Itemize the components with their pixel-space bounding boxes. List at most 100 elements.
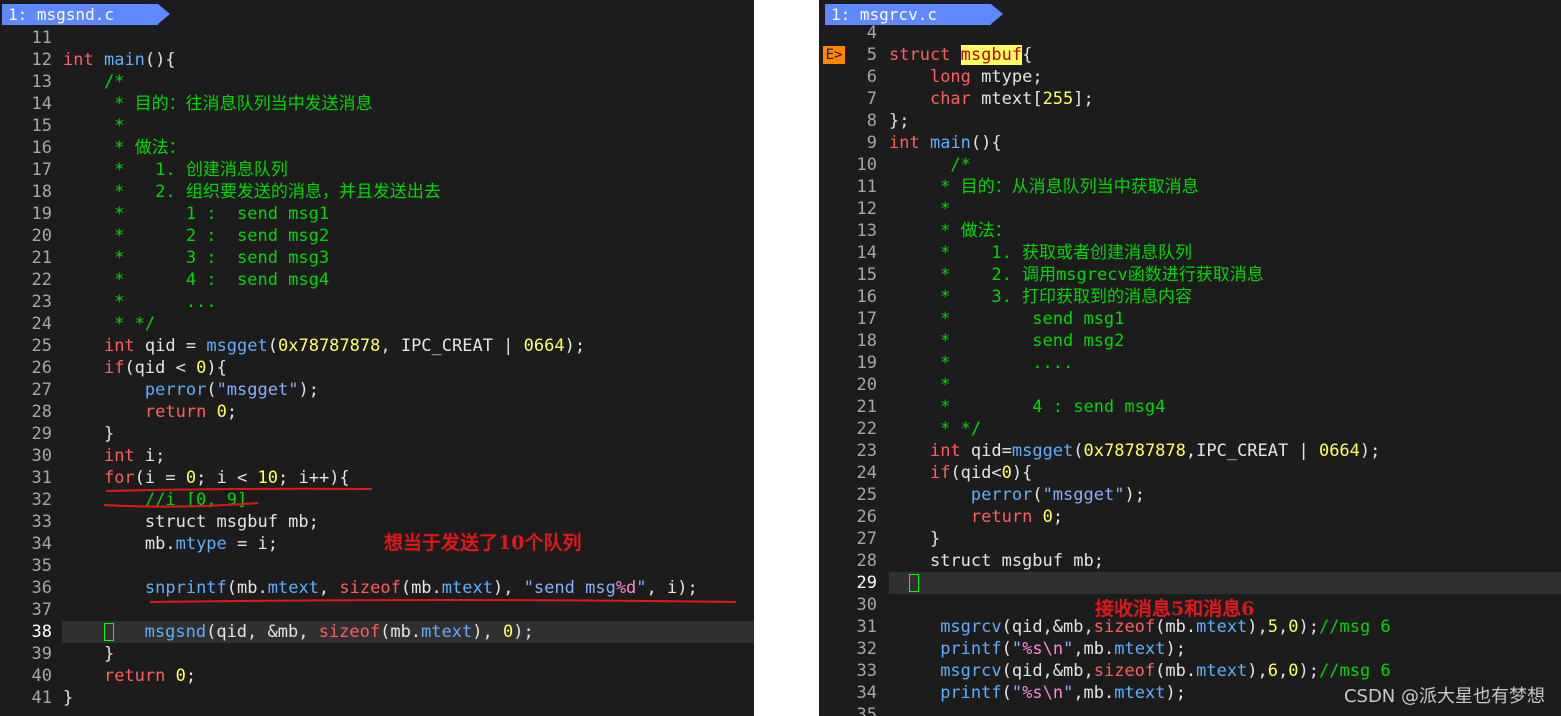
editor-pane-msgsnd[interactable]: 1: msgsnd.c 11 12 int main(){13 /* 14 * 目的：…	[0, 0, 754, 716]
code-line[interactable]: 33 msgrcv(qid,&mb,sizeof(mb.mtext),6,0);…	[819, 660, 1561, 682]
code-line[interactable]: 38 msgsnd(qid, &mb, sizeof(mb.mtext), 0)…	[0, 621, 754, 643]
line-code[interactable]: mb.mtype = i;	[63, 533, 278, 555]
line-code[interactable]: * 目的：从消息队列当中获取消息	[889, 176, 1198, 198]
line-code[interactable]: int main(){	[889, 132, 1002, 154]
line-code[interactable]: * 目的：往消息队列当中发送消息	[63, 93, 372, 115]
line-code[interactable]: * */	[889, 418, 981, 440]
code-line[interactable]: 9 int main(){	[819, 132, 1561, 154]
code-line[interactable]: 25 perror("msgget");	[819, 484, 1561, 506]
code-line[interactable]: 8};	[819, 110, 1561, 132]
code-line[interactable]: 33 struct msgbuf mb;	[0, 511, 754, 533]
code-line[interactable]: 27 }	[819, 528, 1561, 550]
code-line[interactable]: 12 int main(){	[0, 49, 754, 71]
line-code[interactable]: }	[63, 687, 73, 709]
line-code[interactable]: //i [0, 9]	[63, 489, 247, 511]
line-code[interactable]: struct msgbuf mb;	[63, 511, 319, 533]
code-line[interactable]: 28 return 0;	[0, 401, 754, 423]
code-line[interactable]: 23 * ...	[0, 291, 754, 313]
code-line[interactable]: 20 *	[819, 374, 1561, 396]
code-line[interactable]: 27 perror("msgget");	[0, 379, 754, 401]
line-code[interactable]: * 1. 获取或者创建消息队列	[889, 242, 1192, 264]
code-line[interactable]: 16 * 3. 打印获取到的消息内容	[819, 286, 1561, 308]
code-line[interactable]: 35	[0, 555, 754, 577]
code-line[interactable]: 29	[819, 572, 1561, 594]
line-code[interactable]: }	[63, 643, 114, 665]
line-code[interactable]: * send msg1	[889, 308, 1124, 330]
code-line[interactable]: 36 snprintf(mb.mtext, sizeof(mb.mtext), …	[0, 577, 754, 599]
code-line[interactable]: 21 * 4 : send msg4	[819, 396, 1561, 418]
code-line[interactable]: 16 * 做法：	[0, 137, 754, 159]
code-lines-msgsnd[interactable]: 11 12 int main(){13 /* 14 * 目的：往消息队列当中发送消息 1…	[0, 27, 754, 709]
code-line[interactable]: 18 * send msg2	[819, 330, 1561, 352]
code-line[interactable]: 15 * 2. 调用msgrecv函数进行获取消息	[819, 264, 1561, 286]
code-line[interactable]: 13 /*	[0, 71, 754, 93]
code-line[interactable]: 17 * send msg1	[819, 308, 1561, 330]
line-code[interactable]: printf("%s\n",mb.mtext);	[889, 638, 1186, 660]
line-code[interactable]: return 0;	[63, 665, 196, 687]
code-line[interactable]: 19 * 1 : send msg1	[0, 203, 754, 225]
code-line[interactable]: 13 * 做法：	[819, 220, 1561, 242]
line-code[interactable]: * ...	[63, 291, 216, 313]
line-code[interactable]: return 0;	[63, 401, 237, 423]
code-line[interactable]: 34 mb.mtype = i;	[0, 533, 754, 555]
line-code[interactable]: msgsnd(qid, &mb, sizeof(mb.mtext), 0);	[63, 621, 534, 643]
line-code[interactable]: int qid = msgget(0x78787878, IPC_CREAT |…	[63, 335, 585, 357]
code-line[interactable]: 23 int qid=msgget(0x78787878,IPC_CREAT |…	[819, 440, 1561, 462]
line-code[interactable]: * 2. 组织要发送的消息，并且发送出去	[63, 181, 441, 203]
line-code[interactable]: * 3. 打印获取到的消息内容	[889, 286, 1192, 308]
line-code[interactable]: perror("msgget");	[63, 379, 319, 401]
line-code[interactable]	[889, 572, 920, 594]
code-line[interactable]: 17 * 1. 创建消息队列	[0, 159, 754, 181]
line-code[interactable]: /*	[889, 154, 970, 176]
line-code[interactable]: char mtext[255];	[889, 88, 1094, 110]
code-line[interactable]: 39 }	[0, 643, 754, 665]
line-code[interactable]: * 做法：	[63, 137, 185, 159]
code-line[interactable]: 18 * 2. 组织要发送的消息，并且发送出去	[0, 181, 754, 203]
code-line[interactable]: 15 *	[0, 115, 754, 137]
line-code[interactable]: * 1. 创建消息队列	[63, 159, 288, 181]
line-code[interactable]: for(i = 0; i < 10; i++){	[63, 467, 350, 489]
code-line[interactable]: 12 *	[819, 198, 1561, 220]
code-line[interactable]: 22 * 4 : send msg4	[0, 269, 754, 291]
line-code[interactable]: int i;	[63, 445, 165, 467]
code-line[interactable]: 19 * ....	[819, 352, 1561, 374]
line-code[interactable]: * 4 : send msg4	[889, 396, 1165, 418]
code-line[interactable]: 20 * 2 : send msg2	[0, 225, 754, 247]
code-line[interactable]: 41}	[0, 687, 754, 709]
line-code[interactable]: return 0;	[889, 506, 1063, 528]
line-code[interactable]: * 做法：	[889, 220, 1011, 242]
line-code[interactable]: snprintf(mb.mtext, sizeof(mb.mtext), "se…	[63, 577, 698, 599]
code-line[interactable]: 5 struct msgbuf{E>	[819, 44, 1561, 66]
editor-pane-msgrcv[interactable]: 1: msgrcv.c 4 5 struct msgbuf{E> 6 long mty…	[819, 0, 1561, 716]
code-line[interactable]: 24 if(qid<0){	[819, 462, 1561, 484]
line-code[interactable]: * 2 : send msg2	[63, 225, 329, 247]
code-line[interactable]: 21 * 3 : send msg3	[0, 247, 754, 269]
tab-msgsnd[interactable]: 1: msgsnd.c	[2, 4, 170, 25]
line-code[interactable]: * ....	[889, 352, 1073, 374]
line-code[interactable]: struct msgbuf{	[889, 44, 1032, 66]
code-line[interactable]: 4	[819, 22, 1561, 44]
line-code[interactable]: *	[63, 115, 124, 137]
line-code[interactable]: struct msgbuf mb;	[889, 550, 1104, 572]
line-code[interactable]: printf("%s\n",mb.mtext);	[889, 682, 1186, 704]
line-code[interactable]: * 4 : send msg4	[63, 269, 329, 291]
line-code[interactable]: *	[889, 198, 950, 220]
code-line[interactable]: 7 char mtext[255];	[819, 88, 1561, 110]
code-line[interactable]: 40 return 0;	[0, 665, 754, 687]
code-line[interactable]: 22 * */	[819, 418, 1561, 440]
code-line[interactable]: 30 int i;	[0, 445, 754, 467]
code-line[interactable]: 31 for(i = 0; i < 10; i++){	[0, 467, 754, 489]
code-line[interactable]: 10 /*	[819, 154, 1561, 176]
line-code[interactable]: }	[63, 423, 114, 445]
line-code[interactable]: long mtype;	[889, 66, 1043, 88]
line-code[interactable]: int main(){	[63, 49, 176, 71]
code-line[interactable]: 11 * 目的：从消息队列当中获取消息	[819, 176, 1561, 198]
code-line[interactable]: 11	[0, 27, 754, 49]
line-code[interactable]: * 3 : send msg3	[63, 247, 329, 269]
code-line[interactable]: 32 //i [0, 9]	[0, 489, 754, 511]
code-line[interactable]: 32 printf("%s\n",mb.mtext);	[819, 638, 1561, 660]
line-code[interactable]: * 2. 调用msgrecv函数进行获取消息	[889, 264, 1264, 286]
code-line[interactable]: 37	[0, 599, 754, 621]
code-line[interactable]: 25 int qid = msgget(0x78787878, IPC_CREA…	[0, 335, 754, 357]
code-line[interactable]: 6 long mtype;	[819, 66, 1561, 88]
